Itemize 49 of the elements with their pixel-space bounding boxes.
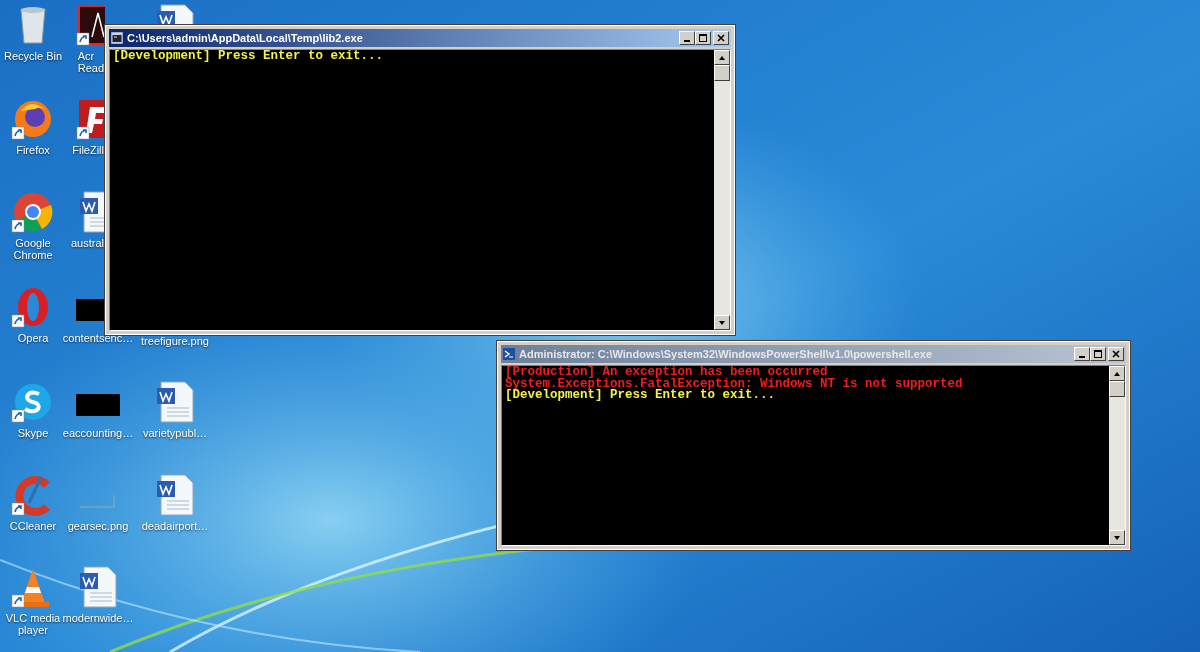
icon-label: deadairport… [141, 520, 209, 532]
scroll-up-button[interactable] [714, 50, 730, 65]
minimize-icon [1079, 356, 1085, 358]
icon-label: CCleaner [9, 520, 57, 532]
icon-label: Opera [17, 332, 49, 344]
icon-label: FileZill [72, 144, 104, 156]
icon-label: Skype [17, 427, 49, 439]
console-line: [Development] Press Enter to exit... [113, 51, 385, 63]
icon-label: Google Chrome [13, 237, 53, 261]
icon-label: modernwide… [62, 612, 134, 624]
icon-label: Firefox [16, 144, 50, 156]
close-icon [1111, 349, 1121, 359]
icon-label: Recycle Bin [3, 50, 63, 62]
powershell-icon [503, 348, 515, 360]
down-arrow-icon [718, 318, 726, 327]
scroll-thumb[interactable] [1109, 381, 1125, 397]
icon-label: austral [70, 237, 104, 249]
maximize-icon [1093, 349, 1103, 359]
down-arrow-icon [1113, 533, 1121, 542]
minimize-button[interactable] [1074, 347, 1090, 361]
close-icon [716, 33, 726, 43]
maximize-icon [698, 33, 708, 43]
icon-label: varietypubl… [142, 427, 208, 439]
console-line: [Development] Press Enter to exit... [505, 390, 777, 402]
window-title: C:\Users\admin\AppData\Local\Temp\lib2.exe [127, 32, 364, 44]
console-icon [111, 32, 123, 44]
app-icon[interactable] [76, 97, 105, 141]
console-line: [Production] An exception has been occurred [505, 367, 828, 379]
close-button[interactable] [1108, 347, 1124, 361]
icon-label: eaccounting… [62, 427, 134, 439]
maximize-button[interactable] [695, 31, 711, 45]
maximize-button[interactable] [1090, 347, 1106, 361]
window-title: Administrator: C:\Windows\System32\WindowsPowerShell\v1.0\powershell.exe [519, 348, 933, 360]
scrollbar[interactable] [714, 50, 730, 330]
scroll-up-button[interactable] [1109, 366, 1125, 381]
icon-label: VLC media player [5, 612, 61, 636]
scroll-down-button[interactable] [1109, 530, 1125, 545]
close-button[interactable] [713, 31, 729, 45]
minimize-icon [684, 40, 690, 42]
minimize-button[interactable] [679, 31, 695, 45]
scroll-thumb[interactable] [714, 65, 730, 81]
console-line: System.Exceptions.FatalException: Windows NT is not supported [505, 378, 964, 390]
icon-label: Acr Read [77, 50, 104, 74]
scrollbar[interactable] [1109, 366, 1125, 545]
icon-label: treefigure.png [141, 335, 209, 347]
icon-label: gearsec.png [67, 520, 129, 532]
scroll-down-button[interactable] [714, 315, 730, 330]
app-icon[interactable] [76, 3, 105, 47]
icon-label: contentsenc… [62, 332, 134, 344]
